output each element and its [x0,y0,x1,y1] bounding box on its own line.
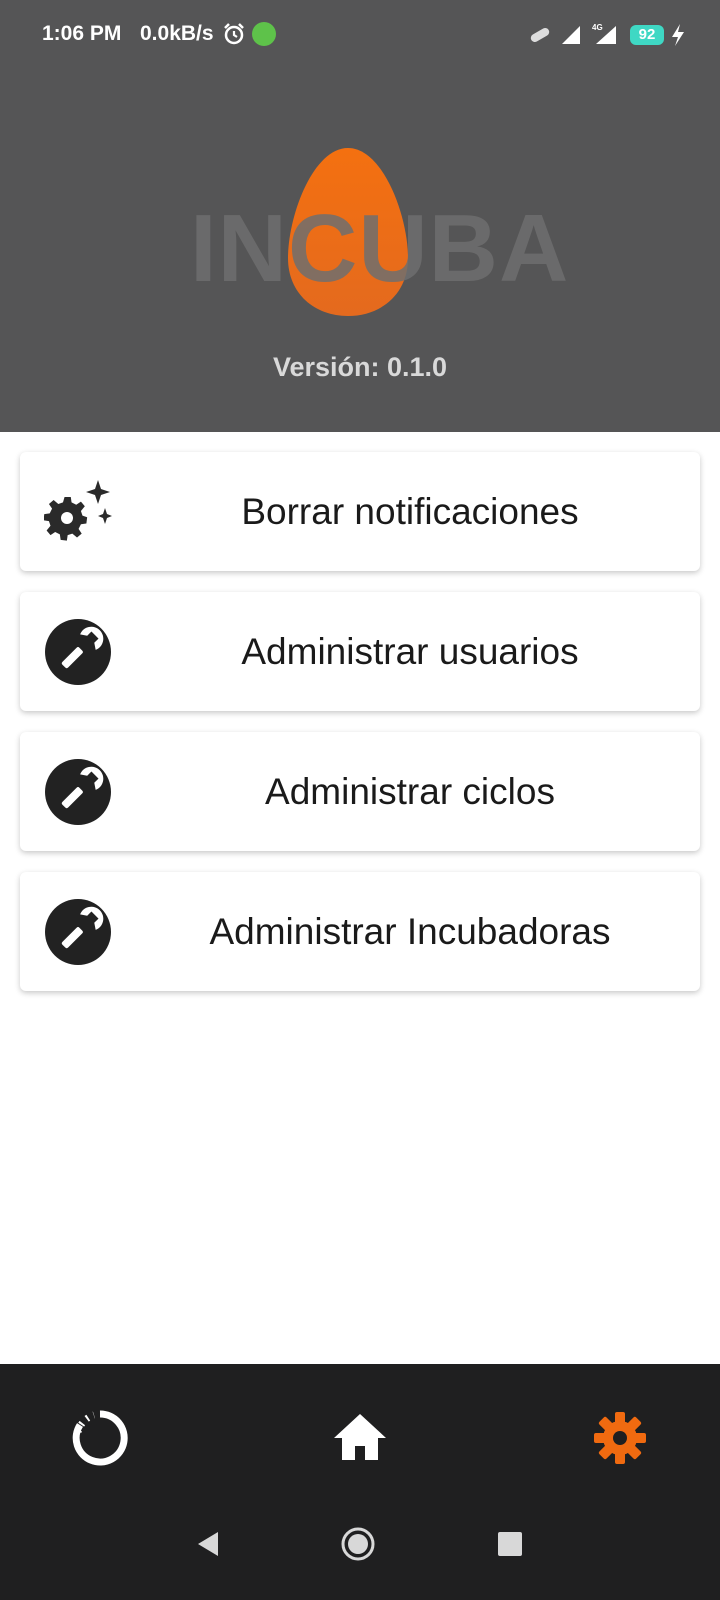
link-icon [530,28,550,42]
bottom-navigation [0,1364,720,1600]
gear-icon[interactable] [590,1408,650,1468]
battery-icon: 92 [630,25,664,45]
app-screen: 1:06 PM 0.0kB/s 4G 92 INCUBA Versión: 0.… [0,0,720,1600]
signal-icon [562,26,580,44]
wrench-icon [45,759,111,825]
svg-text:4G: 4G [592,23,603,32]
manage-incubators-label: Administrar Incubadoras [209,911,611,952]
manage-users-label: Administrar usuarios [241,631,579,672]
status-net-speed: 0.0kB/s [140,22,214,45]
settings-sparkle-icon [44,480,112,541]
clear-notifications-button[interactable]: Borrar notificaciones [20,452,700,571]
logo-text: INCUBA [190,195,570,302]
version-label: Versión: 0.1.0 [272,352,448,382]
app-notification-icon [252,22,276,46]
wrench-icon [45,899,111,965]
signal-4g-icon: 4G [592,23,616,44]
manage-users-button[interactable]: Administrar usuarios [20,592,700,711]
manage-incubators-button[interactable]: Administrar Incubadoras [20,872,700,991]
alarm-icon [224,23,244,45]
progress-ring-icon[interactable] [70,1408,130,1468]
wrench-icon [45,619,111,685]
status-bar: 1:06 PM 0.0kB/s 4G 92 [0,0,720,70]
home-icon[interactable] [330,1408,390,1468]
recent-apps-icon[interactable] [490,1524,530,1564]
back-icon[interactable] [190,1524,230,1564]
app-header: 1:06 PM 0.0kB/s 4G 92 INCUBA Versión: 0.… [0,0,720,432]
settings-menu: Borrar notificaciones Administrar usuari… [20,452,700,1012]
manage-cycles-button[interactable]: Administrar ciclos [20,732,700,851]
home-circle-icon[interactable] [338,1524,378,1564]
charging-icon [672,24,684,46]
status-time: 1:06 PM [42,22,122,45]
manage-cycles-label: Administrar ciclos [265,771,555,812]
clear-notifications-label: Borrar notificaciones [241,491,579,532]
incuba-logo: INCUBA [190,140,570,330]
